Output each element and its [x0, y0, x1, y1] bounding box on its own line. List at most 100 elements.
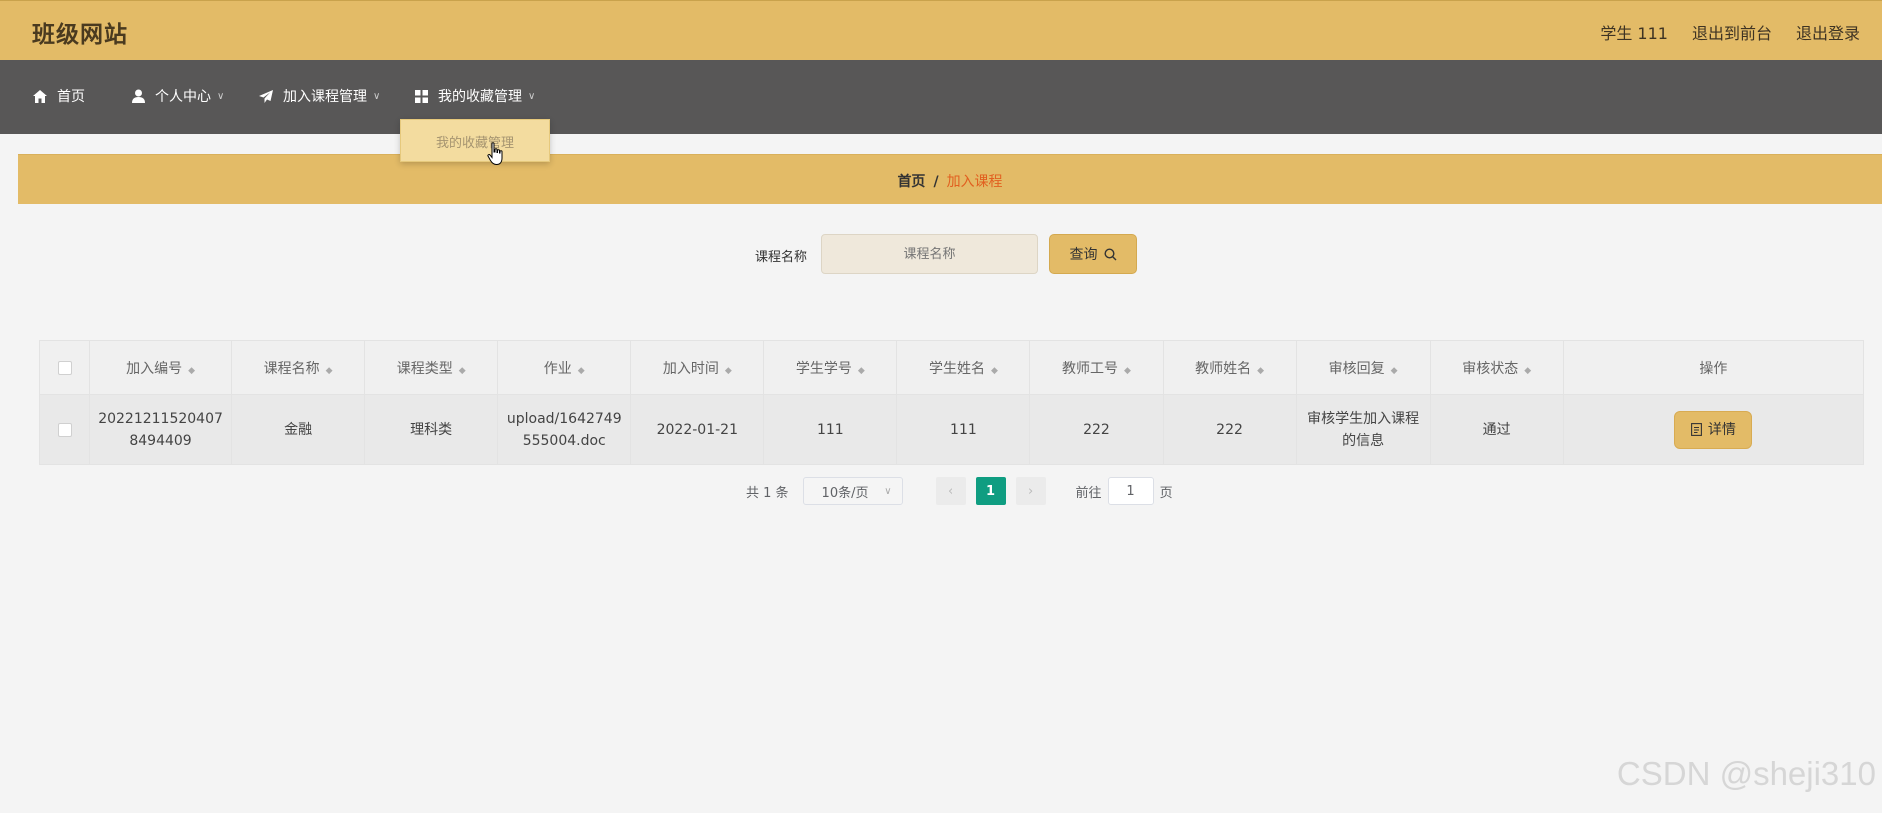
sort-icon[interactable]: ◆: [1124, 366, 1131, 376]
nav-item-home[interactable]: 首页: [33, 86, 85, 106]
column-label: 操作: [1699, 360, 1728, 377]
column-header[interactable]: 教师姓名 ◆: [1162, 340, 1297, 395]
page-size-select[interactable]: 10条/页 ∨: [802, 477, 903, 505]
column-header[interactable]: 学生学号 ◆: [763, 340, 898, 395]
cell-student-no: 111: [763, 394, 898, 465]
pagination-total: 共 1 条: [746, 485, 789, 501]
sort-icon[interactable]: ◆: [858, 366, 865, 376]
home-icon: [33, 89, 47, 103]
row-checkbox[interactable]: [57, 422, 72, 437]
column-header[interactable]: 作业 ◆: [497, 340, 632, 395]
nav-item-favorites[interactable]: 我的收藏管理 ∨: [415, 86, 535, 106]
header-user-links: 学生 111 退出到前台 退出登录: [1600, 20, 1860, 44]
nav-label-home: 首页: [57, 89, 85, 105]
back-to-frontend-link[interactable]: 退出到前台: [1692, 20, 1772, 44]
user-icon: [132, 89, 145, 103]
page-unit-label: 页: [1159, 485, 1173, 501]
column-header[interactable]: 审核回复 ◆: [1295, 340, 1431, 395]
breadcrumb-home[interactable]: 首页: [897, 174, 925, 190]
sort-icon[interactable]: ◆: [188, 366, 195, 376]
pagination: 共 1 条 10条/页 ∨ ‹ 1 › 前往 页: [746, 477, 1173, 505]
grid-icon: [415, 89, 428, 103]
page-size-value: 10条/页: [821, 485, 869, 501]
top-header: 班级网站 学生 111 退出到前台 退出登录: [0, 0, 1882, 60]
row-select-cell: [38, 394, 91, 465]
sort-icon[interactable]: ◆: [1391, 366, 1398, 376]
nav-item-course-join[interactable]: 加入课程管理 ∨: [259, 86, 380, 106]
search-button[interactable]: 查询: [1049, 234, 1137, 274]
column-label: 教师工号: [1062, 360, 1119, 377]
breadcrumb: 首页 / 加入课程: [18, 171, 1882, 191]
nav-label-favorites: 我的收藏管理: [438, 89, 522, 105]
cell-homework: upload/1642749 555004.doc: [497, 394, 632, 465]
column-header[interactable]: 学生姓名 ◆: [896, 340, 1031, 395]
search-label: 课程名称: [755, 250, 808, 265]
sort-icon[interactable]: ◆: [1524, 366, 1531, 376]
sort-icon[interactable]: ◆: [991, 366, 998, 376]
cell-join-time: 2022-01-21: [630, 394, 765, 465]
select-all-checkbox[interactable]: [57, 360, 72, 375]
goto-label: 前往: [1075, 485, 1102, 501]
sort-icon[interactable]: ◆: [459, 366, 466, 376]
sort-icon[interactable]: ◆: [1257, 366, 1264, 376]
dropdown-item-favorites[interactable]: 我的收藏管理: [401, 132, 549, 151]
goto-page-input[interactable]: [1107, 477, 1154, 505]
column-label: 加入时间: [662, 360, 719, 377]
column-header[interactable]: 教师工号 ◆: [1029, 340, 1164, 395]
cell-course-type: 理科类: [364, 394, 499, 465]
prev-page-button[interactable]: ‹: [935, 477, 966, 505]
chevron-down-icon: ∨: [217, 90, 225, 102]
column-header[interactable]: 加入时间 ◆: [630, 340, 765, 395]
course-name-search-input[interactable]: [821, 234, 1038, 274]
table-header-row: 加入编号 ◆ 课程名称 ◆ 课程类型 ◆ 作业 ◆ 加入时间 ◆ 学生学号 ◆ 学生姓名 ◆ …: [38, 340, 1865, 395]
column-label: 加入编号: [126, 360, 183, 377]
column-label: 审核回复: [1328, 360, 1385, 377]
site-title: 班级网站: [32, 22, 128, 48]
chevron-down-icon: ∨: [884, 485, 892, 497]
cell-course-name: 金融: [231, 394, 366, 465]
search-button-label: 查询: [1069, 247, 1098, 263]
chevron-down-icon: ∨: [528, 90, 536, 102]
user-label: 学生 111: [1600, 24, 1668, 43]
column-header[interactable]: 加入编号 ◆: [89, 340, 233, 395]
cell-review-status: 通过: [1429, 394, 1564, 465]
hand-cursor-icon: [487, 142, 503, 166]
course-join-table: 加入编号 ◆ 课程名称 ◆ 课程类型 ◆ 作业 ◆ 加入时间 ◆ 学生学号 ◆ 学生姓名 ◆ …: [38, 340, 1865, 465]
nav-item-personal-center[interactable]: 个人中心 ∨: [132, 86, 224, 106]
cell-teacher-no: 222: [1029, 394, 1164, 465]
cell-teacher-name: 222: [1162, 394, 1297, 465]
column-label: 作业: [543, 360, 572, 377]
chevron-down-icon: ∨: [373, 90, 381, 102]
favorites-dropdown-menu: 我的收藏管理: [400, 119, 550, 162]
search-icon: [1103, 247, 1116, 260]
cell-join-id: 20221211520407 8494409: [89, 394, 233, 465]
logout-link[interactable]: 退出登录: [1796, 20, 1860, 44]
paper-plane-icon: [259, 89, 273, 103]
breadcrumb-bar: 首页 / 加入课程: [18, 154, 1882, 204]
breadcrumb-separator: /: [933, 174, 939, 190]
column-header[interactable]: 审核状态 ◆: [1429, 340, 1564, 395]
next-page-button[interactable]: ›: [1015, 477, 1046, 505]
column-label: 课程类型: [396, 360, 453, 377]
nav-label-course-join: 加入课程管理: [283, 89, 367, 105]
document-icon: [1690, 423, 1702, 436]
chevron-left-icon: ‹: [947, 483, 954, 499]
page-number-current[interactable]: 1: [975, 477, 1006, 505]
sort-icon[interactable]: ◆: [578, 366, 585, 376]
detail-button-label: 详情: [1707, 421, 1736, 438]
column-label: 学生学号: [795, 360, 852, 377]
sort-icon[interactable]: ◆: [326, 366, 333, 376]
sort-icon[interactable]: ◆: [725, 366, 732, 376]
cell-student-name: 111: [896, 394, 1031, 465]
column-label: 审核状态: [1462, 360, 1519, 377]
column-header[interactable]: 课程类型 ◆: [364, 340, 499, 395]
column-header[interactable]: 课程名称 ◆: [231, 340, 366, 395]
cell-actions: 详情: [1562, 394, 1865, 465]
main-nav: 首页 个人中心 ∨ 加入课程管理 ∨ 我的收藏管理 ∨: [0, 60, 1882, 134]
detail-button[interactable]: 详情: [1674, 410, 1753, 449]
table-row: 20221211520407 8494409 金融 理科类 upload/164…: [38, 394, 1865, 465]
column-label: 教师姓名: [1195, 360, 1252, 377]
column-label: 课程名称: [263, 360, 320, 377]
cell-review-reply: 审核学生加入课程的信息: [1295, 394, 1431, 465]
select-all-cell: [38, 340, 91, 395]
